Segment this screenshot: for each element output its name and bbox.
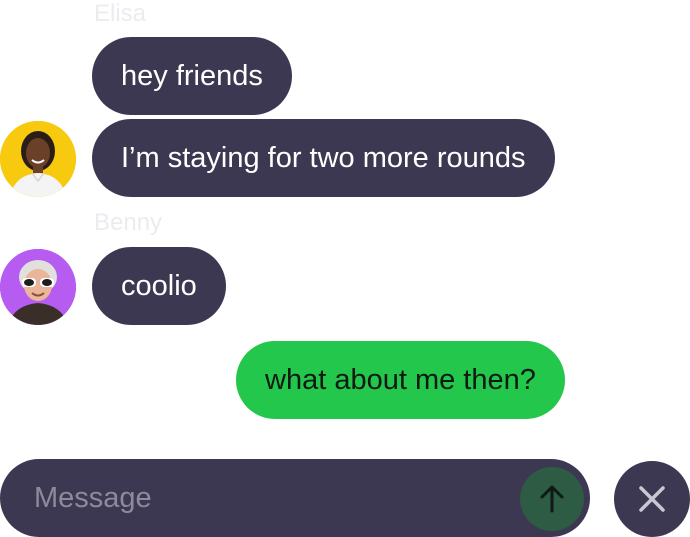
message-composer — [0, 459, 590, 537]
arrow-up-icon — [540, 485, 564, 513]
message-bubble[interactable]: I’m staying for two more rounds — [92, 119, 555, 197]
close-icon — [639, 486, 665, 512]
message-text: hey friends — [121, 60, 263, 92]
older-woman-sunglasses-avatar-icon — [0, 249, 76, 325]
message-bubble[interactable]: coolio — [92, 247, 226, 325]
send-button[interactable] — [520, 467, 584, 531]
message-text: I’m staying for two more rounds — [121, 142, 526, 174]
message-bubble[interactable]: hey friends — [92, 37, 292, 115]
avatar-elisa[interactable] — [0, 121, 76, 197]
sender-name-elisa: Elisa — [94, 0, 147, 27]
avatar-benny[interactable] — [0, 249, 76, 325]
sender-name-benny: Benny — [94, 209, 163, 236]
message-text: coolio — [121, 270, 197, 302]
message-text: what about me then? — [265, 364, 536, 396]
message-input[interactable] — [34, 459, 504, 537]
own-message-bubble[interactable]: what about me then? — [236, 341, 565, 419]
woman-portrait-avatar-icon — [0, 121, 76, 197]
close-button[interactable] — [614, 461, 690, 537]
